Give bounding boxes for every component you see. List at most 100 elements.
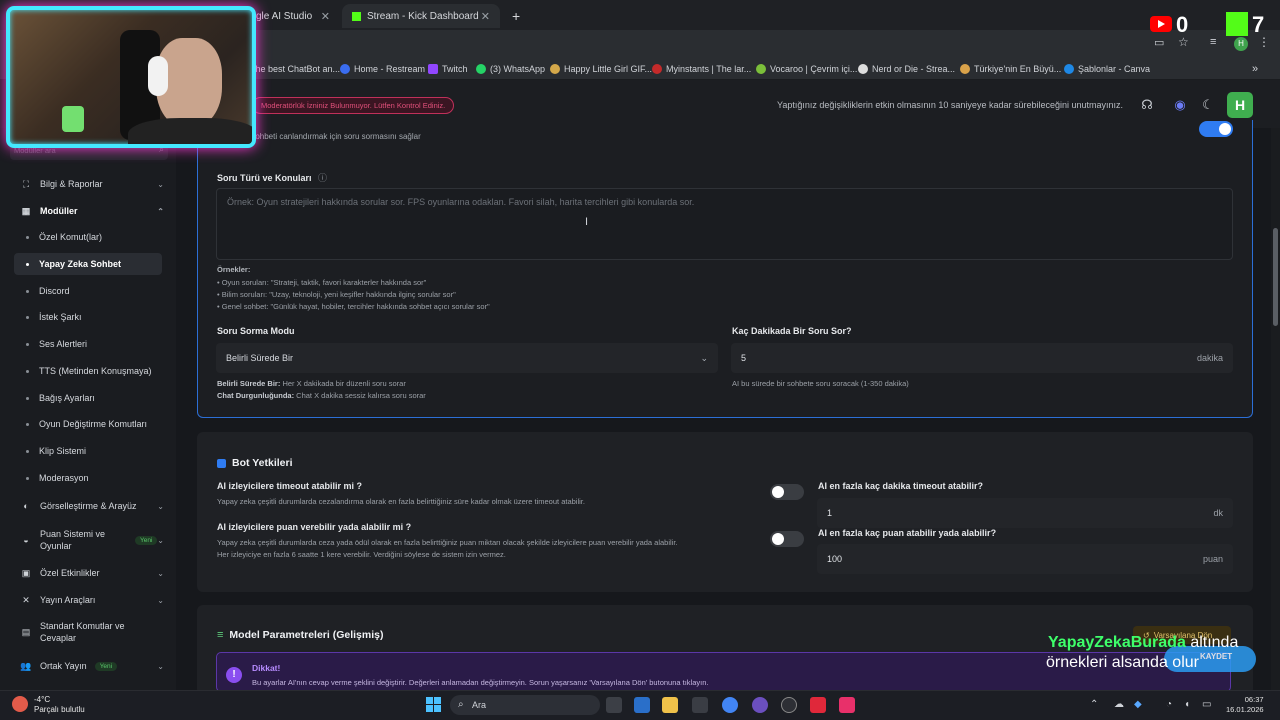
discord-icon[interactable]: ◉ (1172, 97, 1188, 113)
mode-value: Belirli Sürede Bir (226, 353, 294, 363)
bookmark-icon (960, 63, 970, 74)
tray-chevron-icon[interactable]: ⌃ (1090, 699, 1098, 710)
taskbar-clock[interactable]: 06:37 16.01.2026 (1226, 695, 1264, 715)
timeout-max-value: 1 (827, 508, 833, 518)
text-cursor-icon: I (585, 216, 589, 228)
obs-icon[interactable] (781, 697, 797, 713)
mode-select[interactable]: Belirli Sürede Bir ⌄ (216, 343, 718, 373)
mode-help-2: Chat Durgunluğunda: Chat X dakika sessiz… (217, 391, 426, 400)
sidebar-item-ses-alertleri[interactable]: Ses Alertleri (14, 333, 174, 355)
bullet (26, 396, 29, 400)
bookmark-item[interactable]: Nerd or Die - Strea... (858, 63, 955, 74)
sidebar-item-yapay-zeka-sohbet[interactable]: Yapay Zeka Sohbet (14, 253, 162, 275)
new-tab-button[interactable]: + (502, 4, 526, 28)
page-scrollbar[interactable] (1271, 128, 1280, 690)
bookmark-item[interactable]: Vocaroo | Çevrim içi... (756, 63, 857, 74)
headset-icon[interactable]: ☊ (1139, 97, 1155, 113)
copilot-icon[interactable] (634, 697, 650, 713)
tab-label: Stream - Kick Dashboard (367, 10, 479, 22)
sidebar-item-discord[interactable]: Discord (14, 280, 174, 302)
sidebar-item-moderasyon[interactable]: Moderasyon (14, 467, 174, 489)
vocaroo-icon (756, 63, 766, 74)
bullet (26, 449, 29, 453)
canva-icon (1064, 63, 1074, 74)
weather-widget[interactable]: -4°C Parçalı bulutlu (34, 695, 85, 715)
sidebar-item-ortak-yayin[interactable]: 👥 Ortak Yayın Yeni ⌄ (14, 655, 174, 677)
tab-kick-dashboard[interactable]: Stream - Kick Dashboard ✕ (342, 4, 500, 28)
timeout-max-label: AI en fazla kaç dakika timeout atabilir? (818, 481, 984, 491)
ask-questions-toggle[interactable] (1199, 121, 1233, 137)
chrome-icon[interactable] (722, 697, 738, 713)
points-desc-1: Yapay zeka çeşitli durumlarda ceza yada … (217, 538, 678, 547)
sidebar-item-ozel-etkinlikler[interactable]: ▣ Özel Etkinlikler ⌄ (14, 562, 174, 584)
network-icon[interactable]: ☁ (1114, 699, 1124, 710)
windows-start-icon[interactable] (426, 697, 441, 712)
interval-help: AI bu sürede bir sohbete soru soracak (1… (732, 379, 909, 388)
sidebar-item-gorsellestirme[interactable]: ◐ Görselleştirme & Arayüz ⌄ (14, 495, 174, 517)
bookmark-item[interactable]: (3) WhatsApp (476, 63, 545, 74)
browser-profile-avatar[interactable]: H (1234, 37, 1248, 51)
bullet (26, 422, 29, 426)
close-icon[interactable]: ✕ (481, 10, 490, 23)
bookmark-item[interactable]: Şablonlar - Canva (1064, 63, 1150, 74)
volume-icon[interactable]: ◖ (1184, 699, 1190, 710)
chevron-down-icon: ⌄ (157, 179, 164, 189)
app-icon[interactable] (810, 697, 826, 713)
points-max-input[interactable]: 100 puan (817, 544, 1233, 574)
bookmark-item[interactable]: Türkiye'nin En Büyü... (960, 63, 1061, 74)
weather-icon[interactable] (12, 696, 28, 712)
bullet (26, 235, 29, 239)
bullet (26, 289, 29, 293)
sidebar-item-moduller[interactable]: ▦ Modüller ⌃ (14, 200, 174, 222)
cast-icon[interactable]: ▭ (1154, 36, 1164, 49)
sidebar-item-tts[interactable]: TTS (Metinden Konuşmaya) (14, 360, 174, 382)
bookmark-item[interactable]: Home - Restream (340, 63, 425, 74)
taskbar-search[interactable]: ⌕ Ara (450, 695, 600, 715)
chart-icon: ⛶ (22, 178, 30, 189)
bookmark-item[interactable]: Happy Little Girl GIF... (550, 63, 652, 74)
restream-icon (340, 63, 350, 74)
file-explorer-icon[interactable] (662, 697, 678, 713)
warning-text: Bu ayarlar AI'nın cevap verme şeklini de… (252, 678, 709, 687)
scrollbar-thumb[interactable] (1273, 228, 1278, 326)
sidebar-item-klip-sistemi[interactable]: Klip Sistemi (14, 440, 174, 462)
bookmark-item[interactable]: Myinstants | The lar... (652, 63, 751, 74)
examples-title: Örnekler: (217, 265, 251, 274)
sidebar-item-istek-sarki[interactable]: İstek Şarkı (14, 306, 174, 328)
sidebar-item-oyun-degistirme[interactable]: Oyun Değiştirme Komutları (14, 413, 174, 435)
sidebar-item-puan-sistemi[interactable]: ◒ Puan Sistemi ve Oyunlar Yeni ⌄ (14, 526, 174, 554)
timeout-toggle[interactable] (770, 484, 804, 500)
sidebar-item-standart-komutlar[interactable]: ▤ Standart Komutlar ve Cevaplar (14, 618, 174, 646)
taskview-icon[interactable] (606, 697, 622, 713)
app-icon[interactable] (752, 697, 768, 713)
bookmark-item[interactable]: The best ChatBot an... (250, 64, 340, 74)
tray-app-icon[interactable]: ◆ (1134, 699, 1142, 710)
playlist-icon[interactable]: ≡ (1210, 36, 1216, 48)
sidebar-item-yayin-araclari[interactable]: ✕ Yayın Araçları ⌄ (14, 589, 174, 611)
moon-icon[interactable]: ☾ (1200, 97, 1216, 113)
user-avatar[interactable]: H (1227, 92, 1253, 118)
shield-icon (217, 458, 226, 468)
timeout-max-input[interactable]: 1 dk (817, 498, 1233, 528)
kick-logo-icon (1226, 12, 1248, 36)
interval-input[interactable]: 5 dakika (731, 343, 1233, 373)
app-icon[interactable] (839, 697, 855, 713)
tab-ai-studio[interactable]: gle AI Studio ✕ (246, 4, 340, 28)
topic-textarea[interactable]: Örnek: Oyun stratejileri hakkında sorula… (216, 188, 1233, 260)
close-icon[interactable]: ✕ (321, 10, 330, 23)
sidebar-item-bilgi-raporlar[interactable]: ⛶ Bilgi & Raporlar ⌄ (14, 173, 174, 195)
interval-value: 5 (741, 353, 747, 363)
timeout-unit: dk (1213, 508, 1223, 518)
sidebar-item-bagis-ayarlari[interactable]: Bağış Ayarları (14, 387, 174, 409)
warning-title: Dikkat! (252, 663, 281, 673)
bullet (26, 369, 29, 373)
wifi-icon[interactable]: ◔ (1166, 699, 1172, 710)
bookmark-item[interactable]: Twitch (428, 63, 468, 74)
battery-icon[interactable]: ▭ (1202, 699, 1211, 710)
info-icon[interactable]: ⓘ (318, 173, 327, 183)
points-toggle[interactable] (770, 531, 804, 547)
sidebar-item-ozel-komutlar[interactable]: Özel Komut(lar) (14, 226, 174, 248)
store-icon[interactable] (692, 697, 708, 713)
more-bookmarks-icon[interactable]: » (1252, 63, 1258, 75)
timeout-question: AI izleyicilere timeout atabilir mi ? (217, 481, 363, 491)
